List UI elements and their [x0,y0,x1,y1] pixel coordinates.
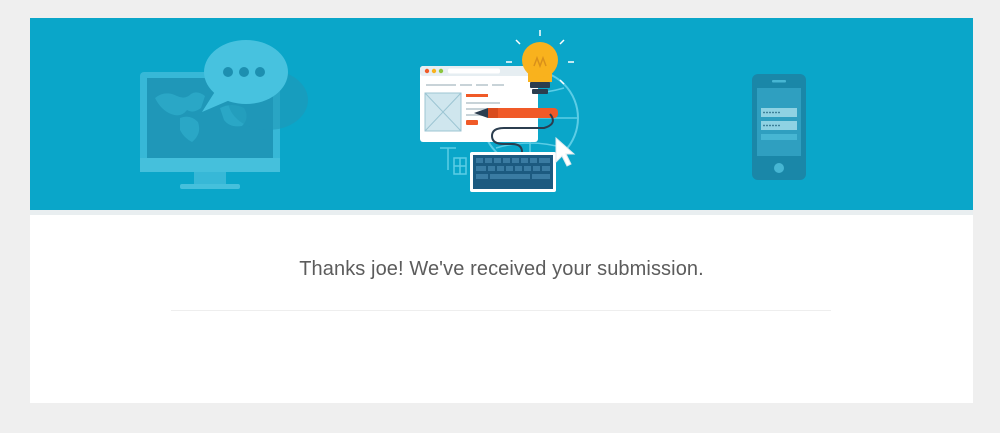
center-illustration [420,30,579,192]
header-banner [30,18,973,210]
banner-separator [30,210,973,215]
divider [171,310,831,311]
smartphone-icon [752,74,806,180]
browser-window-icon [420,66,538,142]
confirmation-card: Thanks joe! We've received your submissi… [30,18,973,403]
confirmation-message: Thanks joe! We've received your submissi… [299,258,704,280]
keyboard-icon [470,152,556,192]
